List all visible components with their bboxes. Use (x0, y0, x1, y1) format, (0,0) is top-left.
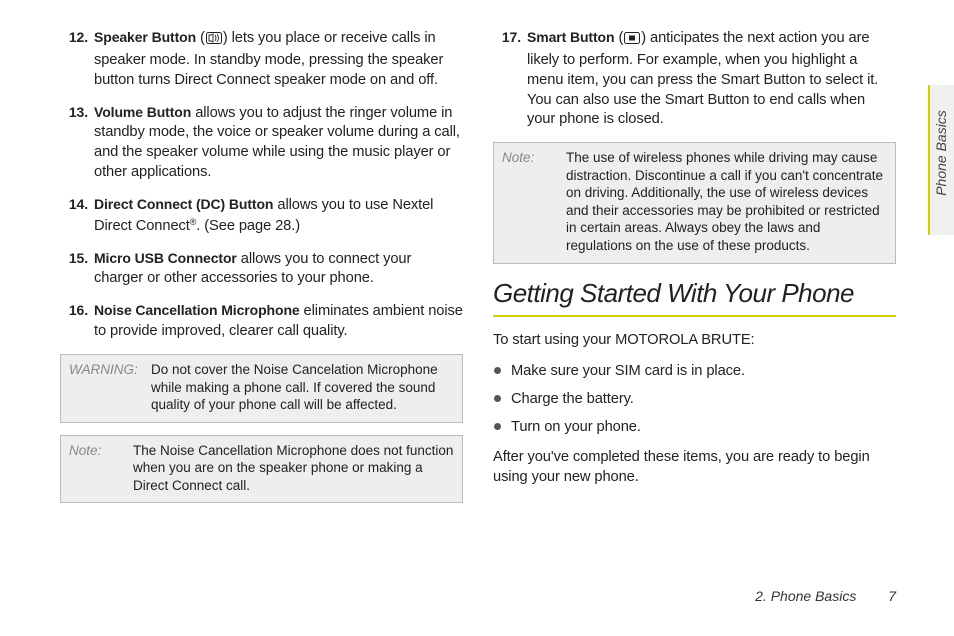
item-label: Volume Button (94, 104, 191, 120)
item-body: Micro USB Connector allows you to connec… (94, 249, 463, 290)
text: ( (618, 30, 623, 46)
page-content: 12. Speaker Button () lets you place or … (0, 0, 954, 590)
item-body: Volume Button allows you to adjust the r… (94, 103, 463, 183)
warning-text: Do not cover the Noise Cancelation Micro… (151, 361, 454, 414)
note-label: Note: (502, 149, 566, 254)
item-number: 15. (60, 249, 94, 290)
right-column: 17. Smart Button () anticipates the next… (493, 28, 896, 570)
item-label: Micro USB Connector (94, 250, 237, 266)
smart-icon (624, 31, 640, 51)
item-number: 14. (60, 195, 94, 237)
item-label: Smart Button (527, 29, 614, 45)
item-number: 17. (493, 28, 527, 130)
warning-box: WARNING: Do not cover the Noise Cancelat… (60, 354, 463, 423)
list-item: 16. Noise Cancellation Microphone elimin… (60, 301, 463, 342)
feature-list-left: 12. Speaker Button () lets you place or … (60, 28, 463, 342)
list-item: 14. Direct Connect (DC) Button allows yo… (60, 195, 463, 237)
item-number: 16. (60, 301, 94, 342)
note-text: The Noise Cancellation Microphone does n… (133, 442, 454, 495)
feature-list-right: 17. Smart Button () anticipates the next… (493, 28, 896, 130)
warning-label: WARNING: (69, 361, 151, 414)
bullet-list: Make sure your SIM card is in place. Cha… (493, 360, 896, 438)
section-heading: Getting Started With Your Phone (493, 278, 896, 309)
item-body: Smart Button () anticipates the next act… (527, 28, 896, 130)
heading-rule (493, 315, 896, 317)
item-body: Noise Cancellation Microphone eliminates… (94, 301, 463, 342)
chapter-label: 2. Phone Basics (755, 588, 856, 604)
text: ( (200, 30, 205, 46)
list-item: 15. Micro USB Connector allows you to co… (60, 249, 463, 290)
list-item: Charge the battery. (493, 388, 896, 410)
list-item: 12. Speaker Button () lets you place or … (60, 28, 463, 91)
speaker-icon (206, 31, 222, 51)
item-number: 13. (60, 103, 94, 183)
page-footer: 2. Phone Basics 7 (755, 588, 896, 604)
item-body: Direct Connect (DC) Button allows you to… (94, 195, 463, 237)
note-text: The use of wireless phones while driving… (566, 149, 887, 254)
list-item: 17. Smart Button () anticipates the next… (493, 28, 896, 130)
item-label: Direct Connect (DC) Button (94, 196, 273, 212)
outro-text: After you've completed these items, you … (493, 448, 896, 488)
note-box: Note: The Noise Cancellation Microphone … (60, 435, 463, 504)
list-item: Make sure your SIM card is in place. (493, 360, 896, 382)
list-item: Turn on your phone. (493, 416, 896, 438)
item-body: Speaker Button () lets you place or rece… (94, 28, 463, 91)
list-item: 13. Volume Button allows you to adjust t… (60, 103, 463, 183)
intro-text: To start using your MOTOROLA BRUTE: (493, 331, 896, 351)
text: . (See page 28.) (196, 218, 300, 234)
item-label: Noise Cancellation Microphone (94, 302, 300, 318)
page-number: 7 (888, 588, 896, 604)
note-label: Note: (69, 442, 133, 495)
item-label: Speaker Button (94, 29, 196, 45)
note-box: Note: The use of wireless phones while d… (493, 142, 896, 263)
item-number: 12. (60, 28, 94, 91)
side-tab-label: Phone Basics (933, 110, 949, 196)
left-column: 12. Speaker Button () lets you place or … (60, 28, 463, 570)
